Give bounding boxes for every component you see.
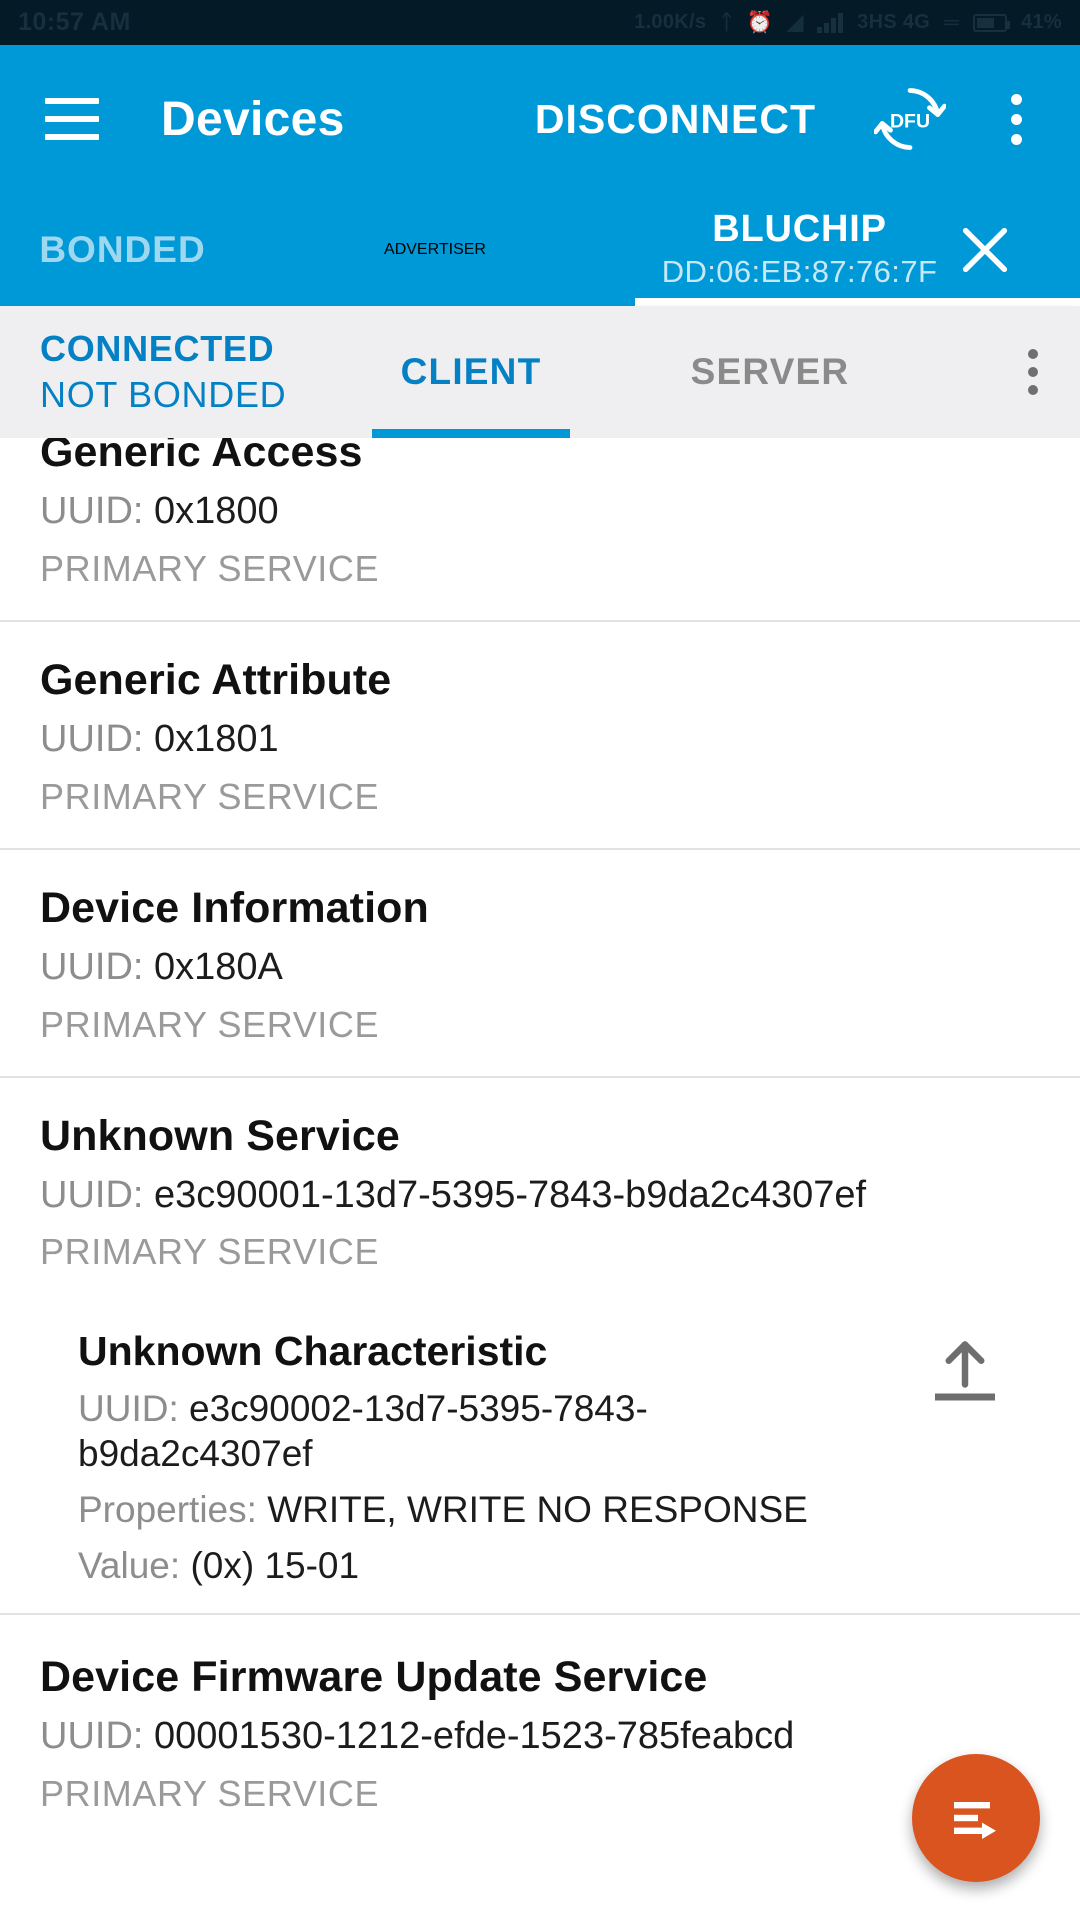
client-overflow-icon[interactable]	[1028, 349, 1038, 395]
carrier-label: 3HS 4G	[857, 11, 931, 33]
system-status-bar: 10:57 AM 1.00K/s ᛏ ⏰ ◢ 3HS 4G ═ 41%	[0, 0, 1080, 45]
close-icon[interactable]	[937, 202, 1033, 298]
status-bar-clock: 10:57 AM	[18, 8, 131, 36]
battery-percent-label: 41%	[1021, 11, 1062, 33]
characteristic-header: Unknown Characteristic UUID: e3c90002-13…	[78, 1328, 1040, 1476]
show-log-icon	[954, 1802, 996, 1839]
gatt-service-list-inner: Generic Access UUID: 0x1800 PRIMARY SERV…	[0, 438, 1080, 1845]
dfu-icon[interactable]: DFU	[874, 83, 946, 155]
service-name: Generic Attribute	[40, 655, 392, 704]
show-log-fab-button[interactable]	[912, 1754, 1040, 1882]
service-row-unknown-service[interactable]: Unknown Service UUID: e3c90001-13d7-5395…	[0, 1077, 1080, 1304]
characteristic-name: Unknown Characteristic	[78, 1328, 548, 1375]
characteristic-uuid-label: UUID:	[78, 1388, 179, 1430]
characteristic-row-unknown[interactable]: Unknown Characteristic UUID: e3c90002-13…	[0, 1303, 1080, 1615]
characteristic-properties-line: Properties: WRITE, WRITE NO RESPONSE	[78, 1488, 1040, 1532]
service-name: Unknown Service	[40, 1111, 400, 1160]
service-uuid-label: UUID:	[40, 945, 144, 988]
service-type: PRIMARY SERVICE	[40, 775, 380, 817]
service-uuid-label: UUID:	[40, 1715, 144, 1757]
service-uuid-value: 00001530-1212-efde-1523-785feabcd	[154, 1715, 795, 1757]
status-bar-icons: 1.00K/s ᛏ ⏰ ◢ 3HS 4G ═ 41%	[634, 11, 1062, 34]
service-name: Generic Access	[40, 438, 363, 476]
service-type: PRIMARY SERVICE	[40, 1772, 380, 1814]
tab-device-texts: BLUCHIP DD:06:EB:87:76:7F	[661, 208, 938, 290]
service-row-generic-access[interactable]: Generic Access UUID: 0x1800 PRIMARY SERV…	[0, 438, 1080, 622]
tab-device-address: DD:06:EB:87:76:7F	[661, 254, 938, 290]
characteristic-value-line: Value: (0x) 15-01	[78, 1544, 1040, 1588]
connection-state-label: CONNECTED	[40, 328, 275, 370]
characteristic-properties-label: Properties:	[78, 1489, 257, 1531]
tab-device-name: BLUCHIP	[712, 208, 887, 251]
service-uuid-line: UUID: 00001530-1212-efde-1523-785feabcd	[40, 1715, 1040, 1759]
disconnect-button[interactable]: DISCONNECT	[535, 96, 816, 143]
service-uuid-value: 0x1801	[154, 718, 279, 760]
tab-advertiser-label: ADVERTISER	[384, 240, 486, 258]
service-row-generic-attribute[interactable]: Generic Attribute UUID: 0x1801 PRIMARY S…	[0, 621, 1080, 850]
app-bar-actions: DISCONNECT DFU	[535, 83, 1080, 155]
bluetooth-icon: ᛏ	[720, 11, 733, 34]
service-name: Device Information	[40, 883, 429, 932]
tab-bonded-label: BONDED	[39, 228, 206, 270]
service-uuid-line: UUID: 0x1800	[40, 490, 1040, 534]
service-uuid-line: UUID: 0x180A	[40, 946, 1040, 990]
service-type: PRIMARY SERVICE	[40, 547, 380, 589]
wifi-icon: ◢	[787, 11, 804, 34]
service-uuid-value: 0x180A	[154, 945, 283, 988]
characteristic-texts: Unknown Characteristic UUID: e3c90002-13…	[78, 1328, 718, 1476]
service-uuid-label: UUID:	[40, 718, 144, 760]
app-screen: 10:57 AM 1.00K/s ᛏ ⏰ ◢ 3HS 4G ═ 41% Devi…	[0, 0, 1080, 1920]
network-speed-label: 1.00K/s	[634, 11, 707, 33]
tab-advertiser[interactable]: ADVERTISER	[245, 193, 625, 306]
client-server-tabs: CLIENT SERVER	[372, 306, 870, 438]
service-uuid-label: UUID:	[40, 1173, 144, 1216]
write-upload-icon[interactable]	[922, 1337, 1008, 1407]
tab-client[interactable]: CLIENT	[372, 306, 570, 438]
characteristic-value: (0x) 15-01	[190, 1545, 360, 1587]
vibrate-icon: ═	[944, 11, 960, 34]
alarm-icon: ⏰	[746, 11, 774, 34]
page-title: Devices	[161, 92, 345, 146]
service-uuid-line: UUID: 0x1801	[40, 718, 1040, 762]
service-uuid-value: 0x1800	[154, 490, 279, 533]
app-bar-overflow-icon[interactable]	[994, 83, 1038, 155]
active-tab-indicator	[635, 298, 1080, 306]
service-row-device-information[interactable]: Device Information UUID: 0x180A PRIMARY …	[0, 849, 1080, 1078]
connection-status-bar: CONNECTED NOT BONDED CLIENT SERVER	[0, 306, 1080, 438]
characteristic-uuid-line: UUID: e3c90002-13d7-5395-7843-b9da2c4307…	[78, 1387, 718, 1476]
service-uuid-value: e3c90001-13d7-5395-7843-b9da2c4307ef	[154, 1173, 867, 1216]
battery-icon	[973, 13, 1011, 32]
svg-text:DFU: DFU	[890, 110, 930, 132]
tab-server[interactable]: SERVER	[670, 306, 870, 438]
service-type: PRIMARY SERVICE	[40, 1231, 380, 1273]
service-uuid-label: UUID:	[40, 490, 144, 533]
hamburger-menu-icon[interactable]	[45, 98, 99, 140]
active-subtab-indicator	[372, 429, 570, 438]
device-tab-bar: BONDED ADVERTISER BLUCHIP DD:06:EB:87:76…	[0, 193, 1080, 306]
service-type: PRIMARY SERVICE	[40, 1003, 380, 1045]
bond-state-label: NOT BONDED	[40, 374, 287, 415]
tab-device-bluchip[interactable]: BLUCHIP DD:06:EB:87:76:7F	[625, 193, 1080, 306]
gatt-service-list[interactable]: Generic Access UUID: 0x1800 PRIMARY SERV…	[0, 438, 1080, 1920]
service-name: Device Firmware Update Service	[40, 1652, 708, 1701]
characteristic-properties-value: WRITE, WRITE NO RESPONSE	[267, 1489, 808, 1531]
signal-icon	[817, 12, 844, 33]
service-uuid-line: UUID: e3c90001-13d7-5395-7843-b9da2c4307…	[40, 1174, 1040, 1218]
app-bar: Devices DISCONNECT DFU	[0, 45, 1080, 193]
connection-status-block: CONNECTED NOT BONDED	[40, 328, 286, 416]
tab-bonded[interactable]: BONDED	[0, 193, 245, 306]
characteristic-value-label: Value:	[78, 1545, 181, 1587]
